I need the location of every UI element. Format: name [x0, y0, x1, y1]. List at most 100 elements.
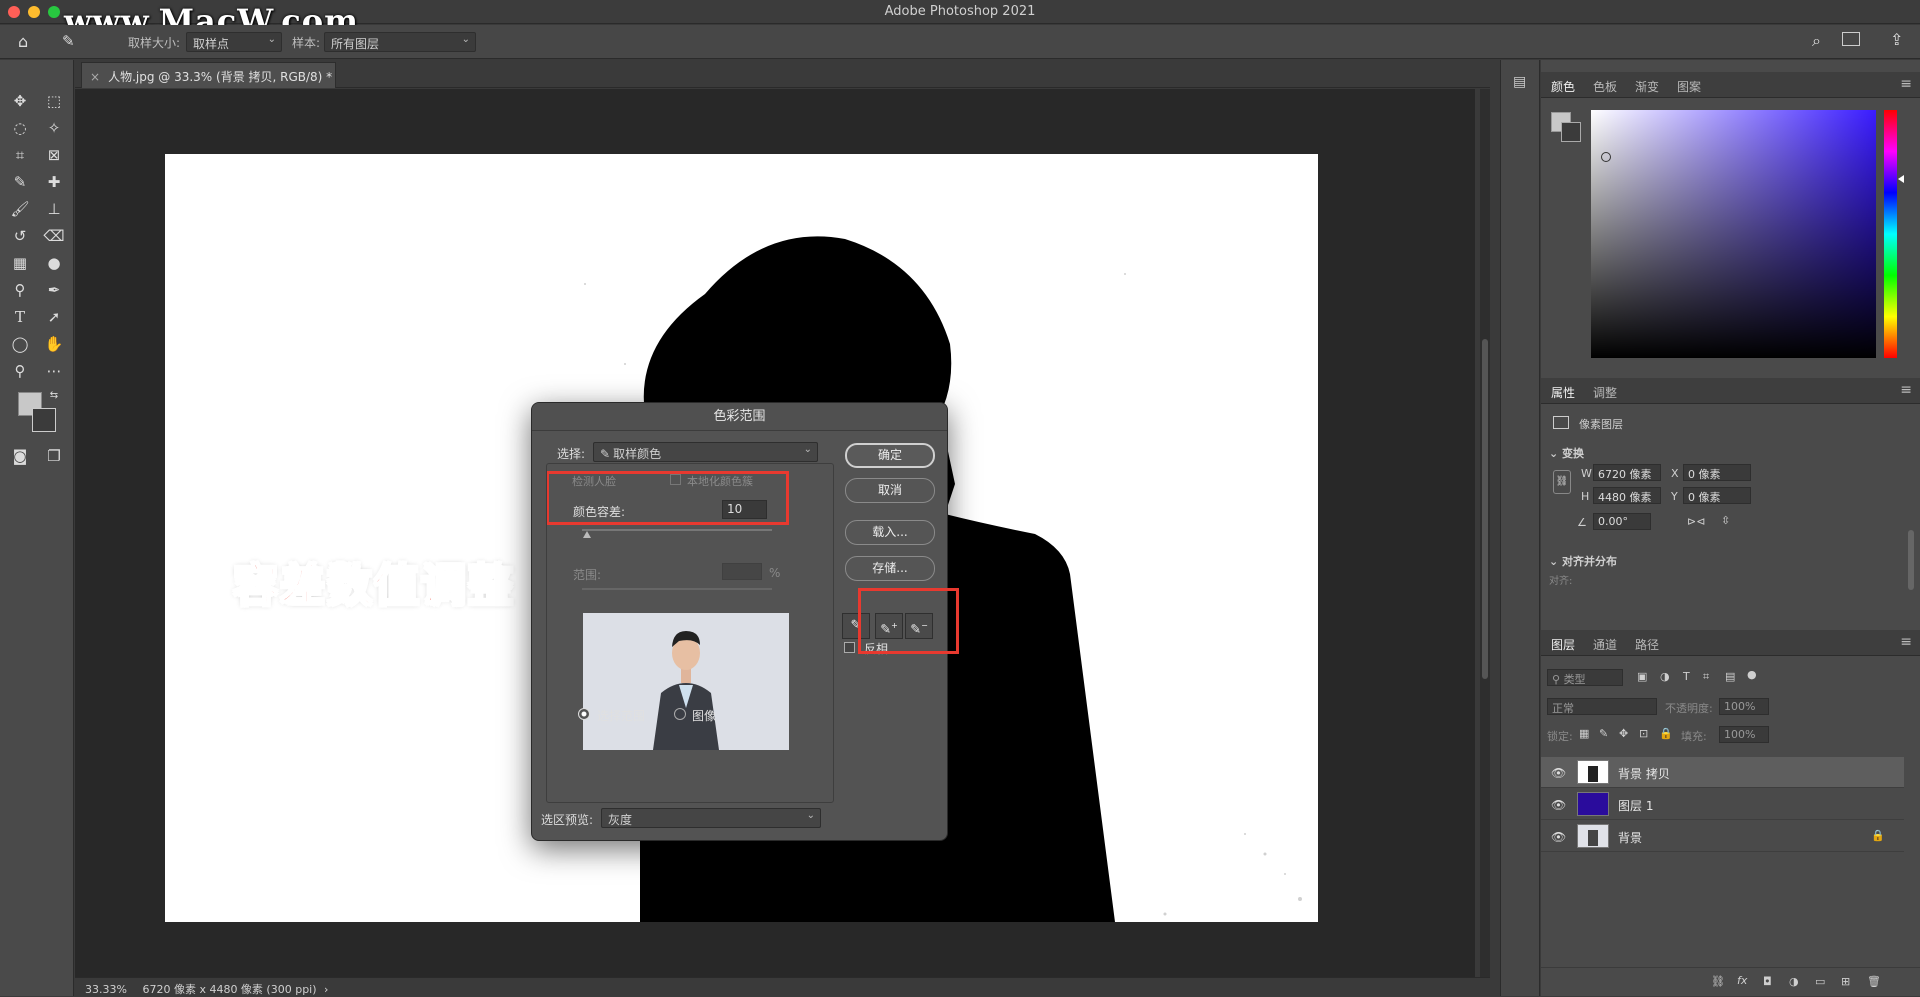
x-input[interactable]: 0 像素	[1683, 464, 1751, 481]
gradient-tool-icon[interactable]: ▦	[8, 252, 32, 274]
home-icon[interactable]: ⌂	[18, 32, 28, 51]
search-icon[interactable]: ⌕	[1812, 31, 1821, 51]
filter-smart-object-icon[interactable]: ▤	[1725, 670, 1735, 683]
fuzziness-slider-thumb[interactable]	[583, 531, 591, 538]
flip-horizontal-icon[interactable]: ⊳⊲	[1687, 515, 1705, 528]
angle-input[interactable]: 0.00°	[1593, 513, 1651, 530]
align-header[interactable]: ⌄ 对齐并分布	[1549, 553, 1617, 569]
new-group-icon[interactable]: ▭	[1815, 975, 1825, 988]
blend-mode-dropdown[interactable]: 正常	[1547, 698, 1657, 715]
stamp-tool-icon[interactable]: ⊥	[42, 198, 66, 220]
adjustment-layer-icon[interactable]: ◑	[1789, 975, 1799, 988]
hue-slider[interactable]	[1884, 110, 1897, 358]
tab-adjustments[interactable]: 调整	[1593, 384, 1617, 401]
link-icon[interactable]: ⛓	[1553, 470, 1571, 494]
panel-menu-icon[interactable]: ≡	[1900, 382, 1912, 398]
brush-tool-icon[interactable]: 🖌	[8, 198, 32, 220]
selection-radio-label[interactable]: 选择范围	[597, 707, 645, 724]
history-brush-tool-icon[interactable]: ↺	[8, 225, 32, 247]
close-tab-icon[interactable]: ×	[90, 70, 100, 84]
magic-wand-tool-icon[interactable]: ✧	[42, 117, 66, 139]
fill-input[interactable]: 100%	[1719, 726, 1769, 743]
layer-name[interactable]: 背景 拷贝	[1618, 765, 1670, 782]
layer-name[interactable]: 背景	[1618, 829, 1642, 846]
load-button[interactable]: 载入...	[845, 520, 935, 545]
layer-mask-icon[interactable]: ◘	[1763, 975, 1772, 988]
lock-transparent-icon[interactable]: ▦	[1579, 727, 1589, 740]
save-button[interactable]: 存储...	[845, 556, 935, 581]
type-tool-icon[interactable]: T	[8, 306, 32, 328]
path-selection-tool-icon[interactable]: ➚	[42, 306, 66, 328]
vertical-scrollbar[interactable]	[1480, 89, 1490, 977]
history-panel-icon[interactable]: ▤	[1513, 74, 1526, 90]
zoom-tool-icon[interactable]: ⚲	[8, 360, 32, 382]
tab-gradients[interactable]: 渐变	[1635, 78, 1659, 95]
layer-name[interactable]: 图层 1	[1618, 797, 1653, 814]
invert-checkbox[interactable]	[844, 642, 855, 653]
hand-tool-icon[interactable]: ✋	[42, 333, 66, 355]
document-tab[interactable]: × 人物.jpg @ 33.3% (背景 拷贝, RGB/8) *	[81, 62, 336, 88]
tab-channels[interactable]: 通道	[1593, 636, 1617, 653]
layer-style-icon[interactable]: fx	[1737, 974, 1747, 987]
layer-row[interactable]: 👁 背景 拷贝	[1541, 757, 1904, 788]
lock-pixels-icon[interactable]: ✎	[1599, 727, 1608, 740]
vertical-scroll-thumb[interactable]	[1482, 339, 1488, 679]
info-arrow-icon[interactable]: ›	[324, 983, 328, 996]
sample-dropdown[interactable]: 所有图层 ⌄	[324, 32, 476, 52]
move-tool-icon[interactable]: ✥	[8, 90, 32, 112]
visibility-eye-icon[interactable]: 👁	[1551, 766, 1566, 780]
fuzziness-slider-track[interactable]	[582, 529, 772, 531]
marquee-tool-icon[interactable]: ⬚	[42, 90, 66, 112]
quick-mask-icon[interactable]: ◙	[8, 445, 32, 467]
tab-patterns[interactable]: 图案	[1677, 78, 1701, 95]
tab-swatches[interactable]: 色板	[1593, 78, 1617, 95]
ok-button[interactable]: 确定	[845, 443, 935, 468]
panel-menu-icon[interactable]: ≡	[1900, 634, 1912, 650]
eyedropper-tool-icon[interactable]: ✎	[62, 32, 75, 50]
filter-toggle-icon[interactable]: ●	[1747, 668, 1757, 681]
sample-size-dropdown[interactable]: 取样点 ⌄	[186, 32, 282, 52]
filter-adjustment-icon[interactable]: ◑	[1660, 670, 1670, 683]
frame-tool-icon[interactable]: ⊠	[42, 144, 66, 166]
image-radio[interactable]	[674, 708, 686, 720]
flip-vertical-icon[interactable]: ⇳	[1721, 514, 1730, 527]
visibility-eye-icon[interactable]: 👁	[1551, 830, 1566, 844]
pen-tool-icon[interactable]: ✒	[42, 279, 66, 301]
layer-row[interactable]: 👁 背景 🔒	[1541, 821, 1904, 852]
panel-menu-icon[interactable]: ≡	[1900, 76, 1912, 92]
select-dropdown[interactable]: ✎ 取样颜色 ⌄	[593, 442, 818, 462]
tab-color[interactable]: 颜色	[1551, 78, 1575, 95]
transform-header[interactable]: ⌄ 变换	[1549, 445, 1584, 461]
width-input[interactable]: 6720 像素	[1593, 464, 1661, 481]
new-layer-icon[interactable]: ⊞	[1841, 975, 1850, 988]
y-input[interactable]: 0 像素	[1683, 487, 1751, 504]
more-tools-icon[interactable]: ⋯	[42, 360, 66, 382]
healing-brush-tool-icon[interactable]: ✚	[42, 171, 66, 193]
selection-radio[interactable]	[578, 708, 590, 720]
background-color-swatch[interactable]	[32, 408, 56, 432]
visibility-eye-icon[interactable]: 👁	[1551, 798, 1566, 812]
crop-tool-icon[interactable]: ⌗	[8, 144, 32, 166]
workspace-icon[interactable]	[1842, 32, 1860, 46]
cancel-button[interactable]: 取消	[845, 478, 935, 503]
tab-properties[interactable]: 属性	[1551, 384, 1575, 401]
eyedropper-tool-icon[interactable]: ✎	[8, 171, 32, 193]
properties-scroll-thumb[interactable]	[1908, 530, 1914, 590]
lock-artboard-icon[interactable]: ⊡	[1639, 727, 1648, 740]
image-radio-label[interactable]: 图像	[692, 707, 716, 724]
zoom-level[interactable]: 33.33%	[85, 983, 127, 996]
color-field[interactable]	[1591, 110, 1876, 358]
color-picker-cursor[interactable]	[1601, 152, 1611, 162]
swap-colors-icon[interactable]: ⇆	[42, 385, 66, 407]
lock-all-icon[interactable]: 🔒	[1659, 727, 1673, 740]
layer-row[interactable]: 👁 图层 1	[1541, 789, 1904, 820]
blur-tool-icon[interactable]: ●	[42, 252, 66, 274]
opacity-input[interactable]: 100%	[1719, 698, 1769, 715]
bg-color-mini-swatch[interactable]	[1561, 122, 1581, 142]
height-input[interactable]: 4480 像素	[1593, 487, 1661, 504]
lasso-tool-icon[interactable]: ◌	[8, 117, 32, 139]
hue-slider-marker[interactable]	[1898, 175, 1904, 183]
ellipse-tool-icon[interactable]: ◯	[8, 333, 32, 355]
filter-pixel-icon[interactable]: ▣	[1637, 670, 1647, 683]
tab-layers[interactable]: 图层	[1551, 636, 1575, 653]
